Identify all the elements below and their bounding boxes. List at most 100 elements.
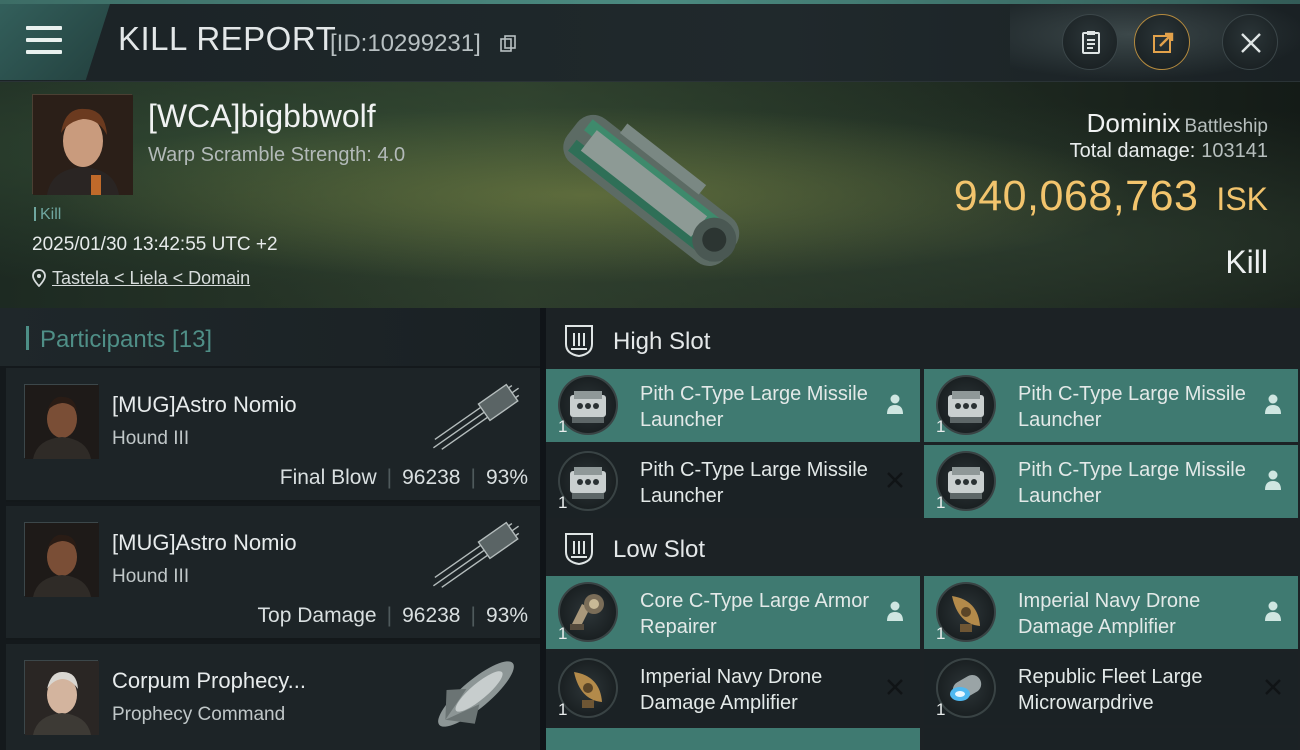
participant-damage: 96238 — [402, 604, 461, 627]
module-slot[interactable]: 1 Pith C-Type Large Missile Launcher — [924, 445, 1298, 518]
victim-ship-image — [563, 114, 740, 266]
module-name: Pith C-Type Large Missile Launcher — [640, 459, 868, 507]
module-quantity: 1 — [936, 493, 946, 512]
kill-tag: Kill — [34, 206, 61, 224]
participants-panel: Participants [13] [MUG]Astro Nomio Hound… — [0, 308, 540, 750]
page-title: KILL REPORT — [118, 20, 337, 57]
pilot-portrait-icon — [25, 523, 99, 597]
module-name: Republic Fleet Large Microwarpdrive — [1018, 666, 1203, 714]
ship-name[interactable]: Dominix — [1087, 108, 1181, 138]
participant-row[interactable]: [MUG]Astro Nomio Hound III Final Blow | 96… — [6, 368, 540, 502]
participant-ship-image — [438, 661, 514, 727]
clipboard-icon — [1082, 31, 1100, 54]
location-pin-icon — [32, 269, 46, 287]
dropped-person-icon — [1265, 470, 1281, 490]
module-slot-partial[interactable] — [924, 728, 1298, 750]
share-icon — [1153, 32, 1174, 53]
isk-value: 940,068,763 — [953, 172, 1199, 220]
dropped-person-icon — [887, 601, 903, 621]
victim-portrait-icon — [33, 95, 133, 195]
module-slot[interactable]: 1 Pith C-Type Large Missile Launcher — [546, 369, 920, 442]
avatar[interactable] — [24, 522, 99, 597]
module-quantity: 1 — [558, 417, 568, 436]
menu-button[interactable] — [0, 4, 110, 80]
victim-avatar[interactable] — [32, 94, 133, 195]
module-name: Imperial Navy Drone Damage Amplifier — [640, 666, 823, 714]
destroyed-x-icon — [887, 472, 903, 488]
fitting-panel: High Slot 1 Pith C-Type Large Missile La… — [546, 308, 1300, 750]
participants-title: Participants [13] — [40, 326, 213, 353]
pilot-portrait-icon — [25, 385, 99, 459]
high-slot-header: High Slot — [546, 310, 1300, 370]
participant-role: Top Damage — [257, 604, 377, 627]
participants-header-accent — [26, 326, 29, 350]
participant-name: [MUG]Astro Nomio — [112, 530, 297, 555]
module-slot[interactable]: 1 Republic Fleet Large Microwarpdrive — [924, 652, 1298, 725]
destroyed-x-icon — [887, 679, 903, 695]
module-quantity: 1 — [558, 700, 568, 719]
module-name: Pith C-Type Large Missile Launcher — [1018, 383, 1246, 431]
module-name: Pith C-Type Large Missile Launcher — [1018, 459, 1246, 507]
participants-header: Participants [13] — [0, 308, 540, 366]
kill-result: Kill — [1225, 244, 1268, 280]
victim-summary: [WCA]bigbbwolf Warp Scramble Strength: 4… — [0, 82, 1300, 308]
participant-role: Final Blow — [279, 466, 377, 489]
hamburger-icon — [26, 26, 62, 56]
module-name: Pith C-Type Large Missile Launcher — [640, 383, 868, 431]
total-damage-value: 103141 — [1201, 140, 1268, 162]
module-quantity: 1 — [558, 493, 568, 512]
report-id: [ID:10299231] — [330, 30, 481, 57]
isk-unit: ISK — [1216, 181, 1268, 217]
participant-name: Corpum Prophecy... — [112, 668, 307, 693]
participant-name: [MUG]Astro Nomio — [112, 392, 297, 417]
module-slot[interactable]: 1 Imperial Navy Drone Damage Amplifier — [546, 652, 920, 725]
victim-ship-line: Dominix Battleship — [1087, 108, 1268, 139]
module-quantity: 1 — [936, 624, 946, 643]
avatar[interactable] — [24, 660, 99, 735]
copy-icon[interactable] — [500, 35, 516, 53]
module-quantity: 1 — [558, 624, 568, 643]
isk-value-line: 940,068,763 ISK — [954, 172, 1268, 221]
participant-percent: 93% — [485, 604, 528, 627]
module-quantity: 1 — [936, 700, 946, 719]
ship-class: Battleship — [1184, 116, 1268, 137]
header-bar: KILL REPORT [ID:10299231] — [0, 0, 1300, 82]
participant-ship-image — [433, 521, 520, 588]
avatar[interactable] — [24, 384, 99, 459]
module-slot[interactable]: 1 Imperial Navy Drone Damage Amplifier — [924, 576, 1298, 649]
destroyed-x-icon — [1265, 679, 1281, 695]
participant-stats: Top Damage | 96238 | 93% — [257, 604, 528, 627]
low-slot-header: Low Slot — [546, 518, 1300, 578]
high-slot-icon — [565, 325, 593, 358]
total-damage: Total damage: 103141 — [1070, 140, 1268, 163]
participant-percent: 93% — [485, 466, 528, 489]
module-name: Core C-Type Large Armor Repairer — [640, 590, 869, 638]
close-icon — [1241, 33, 1261, 53]
participant-row[interactable]: [MUG]Astro Nomio Hound III Top Damage | 96… — [6, 506, 540, 640]
share-button[interactable] — [1134, 14, 1190, 70]
participant-ship-image — [433, 383, 520, 450]
low-slot-icon — [565, 533, 593, 566]
participant-row[interactable]: Corpum Prophecy... Prophecy Command — [6, 644, 540, 750]
pilot-portrait-icon — [25, 661, 99, 735]
module-quantity: 1 — [936, 417, 946, 436]
module-slot[interactable]: 1 Pith C-Type Large Missile Launcher — [924, 369, 1298, 442]
module-name: Imperial Navy Drone Damage Amplifier — [1018, 590, 1201, 638]
close-button[interactable] — [1222, 14, 1278, 70]
dropped-person-icon — [1265, 394, 1281, 414]
low-slot-label: Low Slot — [613, 536, 706, 563]
warp-scramble-strength: Warp Scramble Strength: 4.0 — [148, 144, 406, 166]
dropped-person-icon — [887, 394, 903, 414]
module-slot[interactable]: 1 Pith C-Type Large Missile Launcher — [546, 445, 920, 518]
location-link[interactable]: Tastela < Liela < Domain — [52, 268, 250, 288]
module-slot[interactable]: 1 Core C-Type Large Armor Repairer — [546, 576, 920, 649]
victim-name[interactable]: [WCA]bigbbwolf — [148, 98, 376, 135]
kill-datetime: 2025/01/30 13:42:55 UTC +2 — [32, 234, 278, 255]
high-slot-label: High Slot — [613, 328, 711, 355]
total-damage-label: Total damage: — [1069, 140, 1196, 162]
kill-location[interactable]: Tastela < Liela < Domain — [32, 268, 250, 289]
participant-damage: 96238 — [402, 466, 461, 489]
participant-stats: Final Blow | 96238 | 93% — [279, 466, 528, 489]
clipboard-button[interactable] — [1062, 14, 1118, 70]
module-slot-partial[interactable] — [546, 728, 920, 750]
